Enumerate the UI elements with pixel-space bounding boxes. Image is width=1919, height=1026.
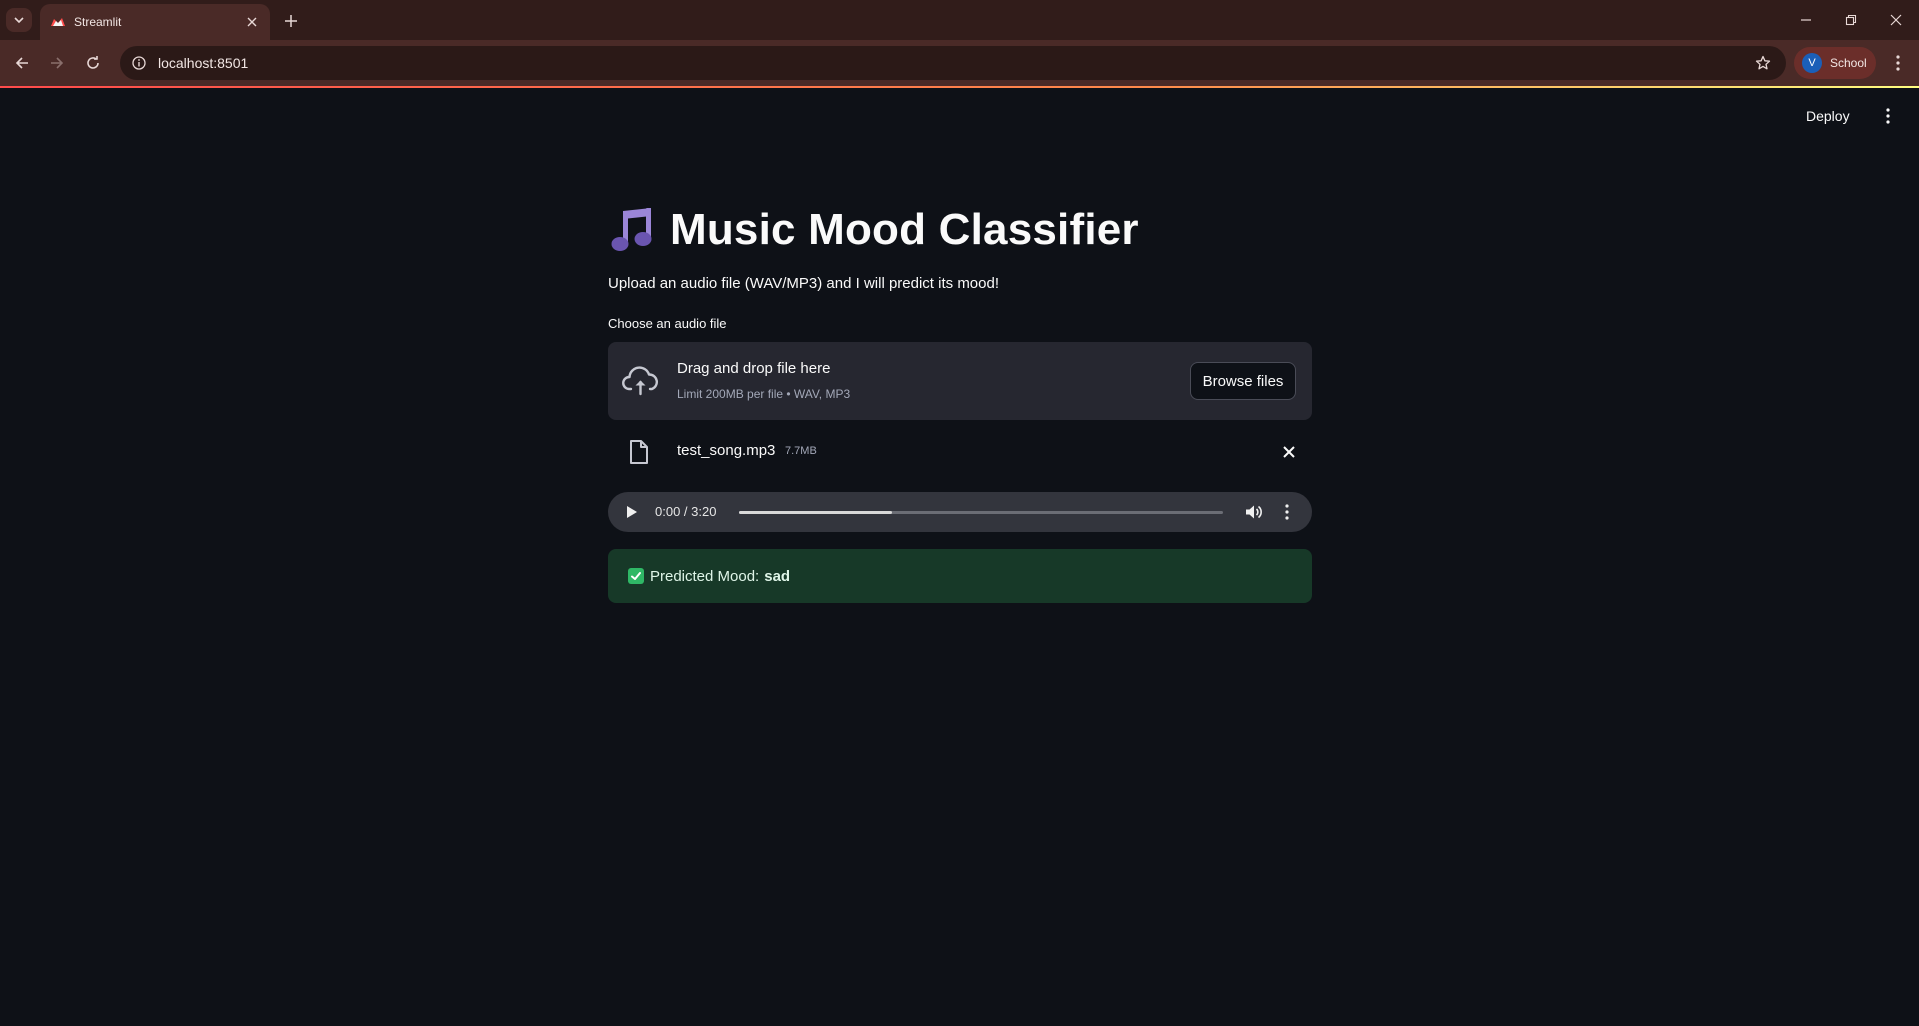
arrow-left-icon: [15, 57, 28, 69]
predicted-mood: sad: [764, 567, 791, 585]
dropzone-limit-text: Limit 200MB per file • WAV, MP3: [677, 387, 851, 401]
browser-tab[interactable]: Streamlit: [40, 4, 270, 40]
browser-toolbar: localhost:8501 V School: [0, 40, 1919, 86]
plus-icon: [285, 15, 297, 27]
audio-options-button[interactable]: [1278, 503, 1296, 521]
audio-time: 0:00 / 3:20: [655, 504, 717, 519]
app-menu-button[interactable]: [1876, 104, 1900, 128]
streamlit-favicon-icon: [50, 14, 66, 30]
uploaded-file-size: 7.7MB: [785, 445, 817, 457]
restore-icon: [1845, 14, 1857, 26]
site-info-icon[interactable]: [130, 54, 148, 72]
audio-seek-bar[interactable]: [739, 511, 1223, 514]
cloud-upload-icon: [622, 366, 659, 396]
kebab-menu-icon: [1886, 108, 1890, 124]
avatar: V: [1802, 53, 1822, 73]
deploy-button[interactable]: Deploy: [1806, 104, 1850, 128]
prediction-label: Predicted Mood:: [650, 567, 760, 585]
browser-menu-button[interactable]: [1886, 51, 1910, 75]
forward-button[interactable]: [45, 51, 69, 75]
new-tab-button[interactable]: [280, 10, 302, 32]
address-bar[interactable]: localhost:8501: [120, 46, 1786, 80]
streamlit-decoration-bar: [0, 86, 1919, 88]
music-notes-icon: [611, 208, 652, 251]
prediction-success-alert: Predicted Mood: sad: [608, 549, 1312, 603]
uploaded-file-name: test_song.mp3: [677, 442, 776, 459]
page-title: Music Mood Classifier: [670, 205, 1139, 254]
arrow-right-icon: [51, 57, 64, 69]
minimize-icon: [1801, 19, 1811, 21]
play-button[interactable]: [624, 504, 640, 520]
tab-title: Streamlit: [74, 15, 122, 29]
profile-name: School: [1830, 56, 1867, 70]
dropzone-title: Drag and drop file here: [677, 360, 831, 377]
title-row: Music Mood Classifier: [608, 200, 1139, 260]
close-window-button[interactable]: [1875, 6, 1917, 34]
play-icon: [627, 506, 637, 518]
remove-file-button[interactable]: [1280, 443, 1298, 461]
uploaded-file-row: test_song.mp3 7.7MB: [608, 436, 1312, 468]
chevron-down-icon: [14, 17, 24, 24]
reload-button[interactable]: [81, 51, 105, 75]
minimize-button[interactable]: [1785, 6, 1827, 34]
volume-icon: [1246, 505, 1262, 519]
close-icon: [1283, 446, 1295, 458]
file-dropzone[interactable]: Drag and drop file here Limit 200MB per …: [608, 342, 1312, 420]
browse-files-button[interactable]: Browse files: [1190, 362, 1296, 400]
profile-button[interactable]: V School: [1794, 47, 1876, 79]
kebab-menu-icon: [1285, 504, 1289, 520]
audio-buffered-fill: [739, 511, 892, 514]
kebab-menu-icon: [1896, 55, 1900, 71]
restore-button[interactable]: [1830, 6, 1872, 34]
audio-player: 0:00 / 3:20: [608, 492, 1312, 532]
close-icon: [1890, 14, 1902, 26]
check-mark-icon: [628, 568, 644, 584]
url-text: localhost:8501: [158, 55, 249, 71]
reload-icon: [87, 56, 99, 69]
tab-close-icon[interactable]: [244, 14, 260, 30]
file-icon: [630, 440, 648, 464]
tab-search-button[interactable]: [6, 8, 32, 32]
file-uploader-label: Choose an audio file: [608, 316, 727, 331]
back-button[interactable]: [10, 51, 34, 75]
browser-tab-bar: Streamlit: [0, 0, 1919, 40]
volume-button[interactable]: [1245, 503, 1263, 521]
page-subtitle: Upload an audio file (WAV/MP3) and I wil…: [608, 275, 1000, 292]
bookmark-star-icon[interactable]: [1754, 54, 1772, 72]
